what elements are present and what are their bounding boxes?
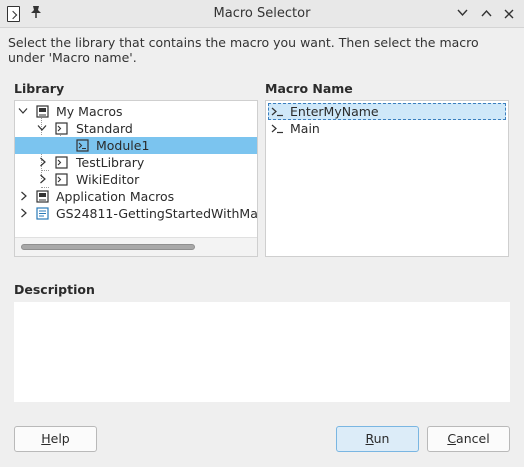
- tree-item-module1[interactable]: Module1: [15, 137, 257, 154]
- window-title: Macro Selector: [213, 6, 311, 21]
- macro-container-icon: [36, 105, 49, 118]
- chevron-up-icon: [480, 9, 492, 17]
- list-item-main[interactable]: Main: [268, 120, 506, 137]
- help-button[interactable]: Help: [14, 426, 97, 452]
- close-icon: [504, 9, 514, 19]
- tree-item-application-macros[interactable]: Application Macros: [15, 188, 257, 205]
- macro-name-list[interactable]: EnterMyName Main: [265, 100, 509, 257]
- tree-item-label: Standard: [76, 121, 133, 136]
- document-icon: [36, 207, 49, 220]
- help-mnemonic: H: [41, 431, 51, 446]
- list-item-label: EnterMyName: [290, 104, 379, 119]
- instructions-text: Select the library that contains the mac…: [8, 35, 479, 65]
- library-tree[interactable]: My Macros Standard Module1 TestLibrary W…: [14, 100, 258, 257]
- macro-icon: [271, 124, 283, 134]
- tree-item-wikieditor[interactable]: WikiEditor: [15, 171, 257, 188]
- run-button[interactable]: Run: [336, 426, 419, 452]
- maximize-button[interactable]: [476, 4, 496, 24]
- chevron-right-icon[interactable]: [20, 205, 32, 222]
- tree-item-testlibrary[interactable]: TestLibrary: [15, 154, 257, 171]
- tree-item-label: TestLibrary: [76, 155, 145, 170]
- chevron-right-icon[interactable]: [20, 188, 32, 205]
- scrollbar-thumb[interactable]: [21, 244, 195, 250]
- library-icon: [55, 173, 68, 186]
- cancel-button[interactable]: Cancel: [427, 426, 510, 452]
- chevron-down-icon[interactable]: [18, 103, 30, 120]
- tree-item-document[interactable]: GS24811-GettingStartedWithMacros: [15, 205, 257, 222]
- run-label: un: [373, 431, 390, 446]
- tree-item-label: GS24811-GettingStartedWithMacros: [56, 206, 258, 221]
- chevron-right-icon[interactable]: [39, 154, 51, 171]
- run-mnemonic: R: [365, 431, 374, 446]
- macro-container-icon: [36, 190, 49, 203]
- tree-item-label: My Macros: [56, 104, 123, 119]
- chevron-down-icon[interactable]: [37, 120, 49, 137]
- module-icon: [76, 139, 89, 152]
- minimize-button[interactable]: [452, 4, 472, 24]
- library-icon: [55, 156, 68, 169]
- close-button[interactable]: [499, 4, 519, 24]
- cancel-mnemonic: C: [447, 431, 457, 446]
- list-item-entermyname[interactable]: EnterMyName: [268, 103, 506, 120]
- tree-item-my-macros[interactable]: My Macros: [15, 103, 257, 120]
- macro-name-label: Macro Name: [265, 81, 353, 96]
- horizontal-scrollbar[interactable]: [15, 237, 257, 256]
- description-label: Description: [14, 282, 95, 297]
- macro-icon: [271, 107, 283, 117]
- chevron-down-icon: [456, 9, 468, 17]
- title-bar: Macro Selector: [0, 0, 524, 28]
- description-area: [14, 302, 510, 402]
- tree-item-label: WikiEditor: [76, 172, 140, 187]
- help-label: elp: [50, 431, 70, 446]
- library-label: Library: [14, 81, 65, 96]
- chevron-right-icon[interactable]: [39, 171, 51, 188]
- tree-item-standard[interactable]: Standard: [15, 120, 257, 137]
- list-item-label: Main: [290, 121, 320, 136]
- tree-item-label: Module1: [96, 138, 150, 153]
- cancel-label: ancel: [456, 431, 490, 446]
- tree-item-label: Application Macros: [56, 189, 175, 204]
- library-icon: [55, 122, 68, 135]
